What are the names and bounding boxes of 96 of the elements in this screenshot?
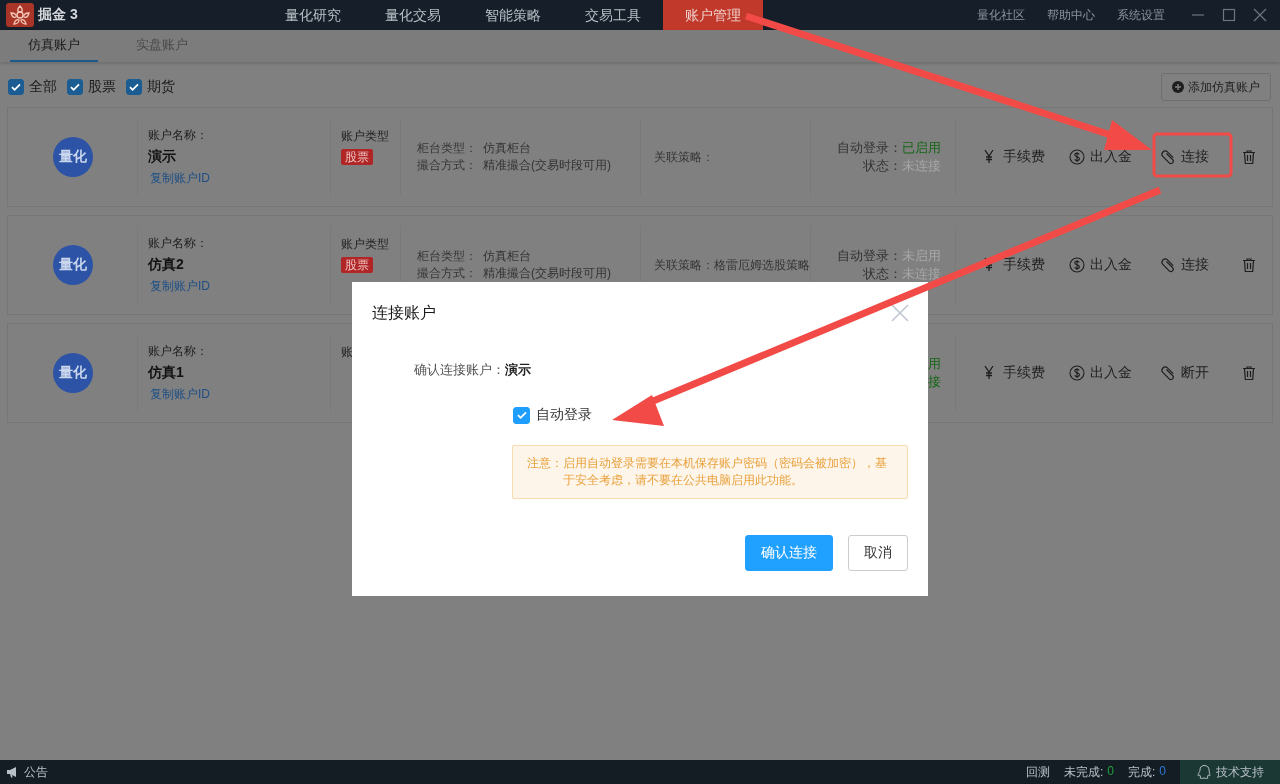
field-label: 撮合方式： (417, 265, 477, 282)
funds-button[interactable]: 出入金 (1069, 148, 1132, 166)
fee-button[interactable]: 手续费 (982, 364, 1045, 382)
menu-link[interactable]: 量化社区 (977, 6, 1025, 24)
account-tab[interactable]: 仿真账户 (10, 30, 98, 62)
checkmark-icon (128, 81, 140, 93)
account-name: 演示 (148, 148, 177, 166)
field-label: 账户名称： (148, 235, 209, 252)
funds-button[interactable]: 出入金 (1069, 364, 1132, 382)
notice-label: 注意： (527, 455, 563, 472)
maximize-icon[interactable] (1222, 8, 1236, 22)
counter-value: 0 (1107, 763, 1114, 780)
trash-icon[interactable] (1241, 365, 1257, 381)
trash-icon[interactable] (1241, 149, 1257, 165)
field-label: 账户类型 (341, 128, 389, 145)
field-label: 撮合方式： (417, 157, 477, 174)
announcement-link[interactable]: 公告 (24, 763, 48, 781)
menu-link[interactable]: 帮助中心 (1047, 6, 1095, 24)
counter-value: 0 (1159, 763, 1166, 780)
checkbox[interactable] (8, 79, 24, 95)
field-label: 关联策略： (654, 256, 714, 274)
field-value: 格雷厄姆选股策略 (714, 256, 810, 274)
account-name: 仿真1 (148, 364, 185, 382)
field-value: 仿真柜台 (483, 248, 531, 265)
auto-login-status: 用 (928, 355, 941, 373)
connect-button[interactable]: 连接 (1160, 148, 1209, 166)
copy-id-link[interactable]: 复制账户ID (148, 278, 330, 295)
notice-text: 启用自动登录需要在本机保存账户密码（密码会被加密），基于安全考虑，请不要在公共电脑启用此功能。 (563, 455, 888, 489)
checkbox[interactable] (126, 79, 142, 95)
field-label: 确认连接账户： (414, 361, 505, 379)
checkbox[interactable] (513, 406, 530, 424)
checkbox[interactable] (67, 79, 83, 95)
menu-link[interactable]: 系统设置 (1117, 6, 1165, 24)
paperclip-icon (1160, 365, 1176, 381)
checkbox-label[interactable]: 自动登录 (536, 406, 592, 424)
nav-tab[interactable]: 量化研究 (263, 0, 363, 30)
field-label: 状态： (863, 265, 902, 283)
connect-button[interactable]: 断开 (1160, 364, 1209, 382)
field-label: 账 (341, 344, 353, 361)
nav-tab[interactable]: 账户管理 (663, 0, 763, 30)
filter-label[interactable]: 期货 (147, 78, 175, 96)
paperclip-icon (1160, 149, 1176, 165)
field-label: 账户名称： (148, 127, 209, 144)
copy-id-link[interactable]: 复制账户ID (148, 386, 330, 403)
fee-button[interactable]: 手续费 (982, 256, 1045, 274)
auto-login-status: 已启用 (902, 139, 941, 157)
nav-tab[interactable]: 量化交易 (363, 0, 463, 30)
dollar-circle-icon (1069, 149, 1085, 165)
type-tag: 股票 (341, 149, 373, 165)
trash-icon[interactable] (1241, 257, 1257, 273)
paperclip-icon (1160, 257, 1176, 273)
type-tag: 股票 (341, 257, 373, 273)
avatar: 量化 (52, 137, 93, 177)
app-title: 掘金 3 (38, 6, 78, 24)
checkmark-icon (515, 409, 528, 421)
field-label: 账户名称： (148, 343, 209, 360)
field-label: 状态： (863, 157, 902, 175)
account-name: 仿真2 (148, 256, 185, 274)
checkmark-icon (69, 81, 81, 93)
field-label: 账户类型 (341, 236, 389, 253)
field-label: 自动登录： (837, 247, 902, 265)
confirm-button[interactable]: 确认连接 (745, 535, 833, 571)
field-label: 关联策略： (654, 148, 714, 166)
cancel-button[interactable]: 取消 (848, 535, 908, 571)
avatar: 量化 (52, 245, 93, 285)
field-label: 自动登录： (837, 139, 902, 157)
field-value: 仿真柜台 (483, 140, 531, 157)
field-label: 柜台类型： (417, 248, 477, 265)
counter-label: 未完成: (1063, 763, 1104, 781)
field-value: 精准撮合(交易时段可用) (483, 265, 611, 282)
nav-tab[interactable]: 智能策略 (463, 0, 563, 30)
dollar-circle-icon (1069, 257, 1085, 273)
connection-status: 接 (928, 373, 941, 391)
fee-button[interactable]: 手续费 (982, 148, 1045, 166)
counter-label: 完成: (1127, 763, 1156, 781)
funds-button[interactable]: 出入金 (1069, 256, 1132, 274)
account-name: 演示 (505, 361, 531, 379)
field-value: 精准撮合(交易时段可用) (483, 157, 611, 174)
nav-tab[interactable]: 交易工具 (563, 0, 663, 30)
close-icon[interactable] (1253, 8, 1267, 22)
support-button[interactable]: 技术支持 (1180, 760, 1280, 784)
dialog-title: 连接账户 (372, 302, 436, 323)
megaphone-icon (6, 766, 19, 778)
avatar: 量化 (52, 353, 93, 393)
filter-label[interactable]: 股票 (88, 78, 116, 96)
penguin-icon (1196, 764, 1212, 780)
copy-id-link[interactable]: 复制账户ID (148, 170, 330, 187)
checkmark-icon (10, 81, 22, 93)
add-account-button[interactable]: 添加仿真账户 (1161, 73, 1271, 101)
filter-label[interactable]: 全部 (29, 78, 57, 96)
field-label: 柜台类型： (417, 140, 477, 157)
backtest-link[interactable]: 回测 (1025, 763, 1050, 781)
connect-button[interactable]: 连接 (1160, 256, 1209, 274)
flower-logo-icon (6, 3, 34, 27)
dollar-circle-icon (1069, 365, 1085, 381)
plus-circle-icon (1172, 81, 1184, 93)
